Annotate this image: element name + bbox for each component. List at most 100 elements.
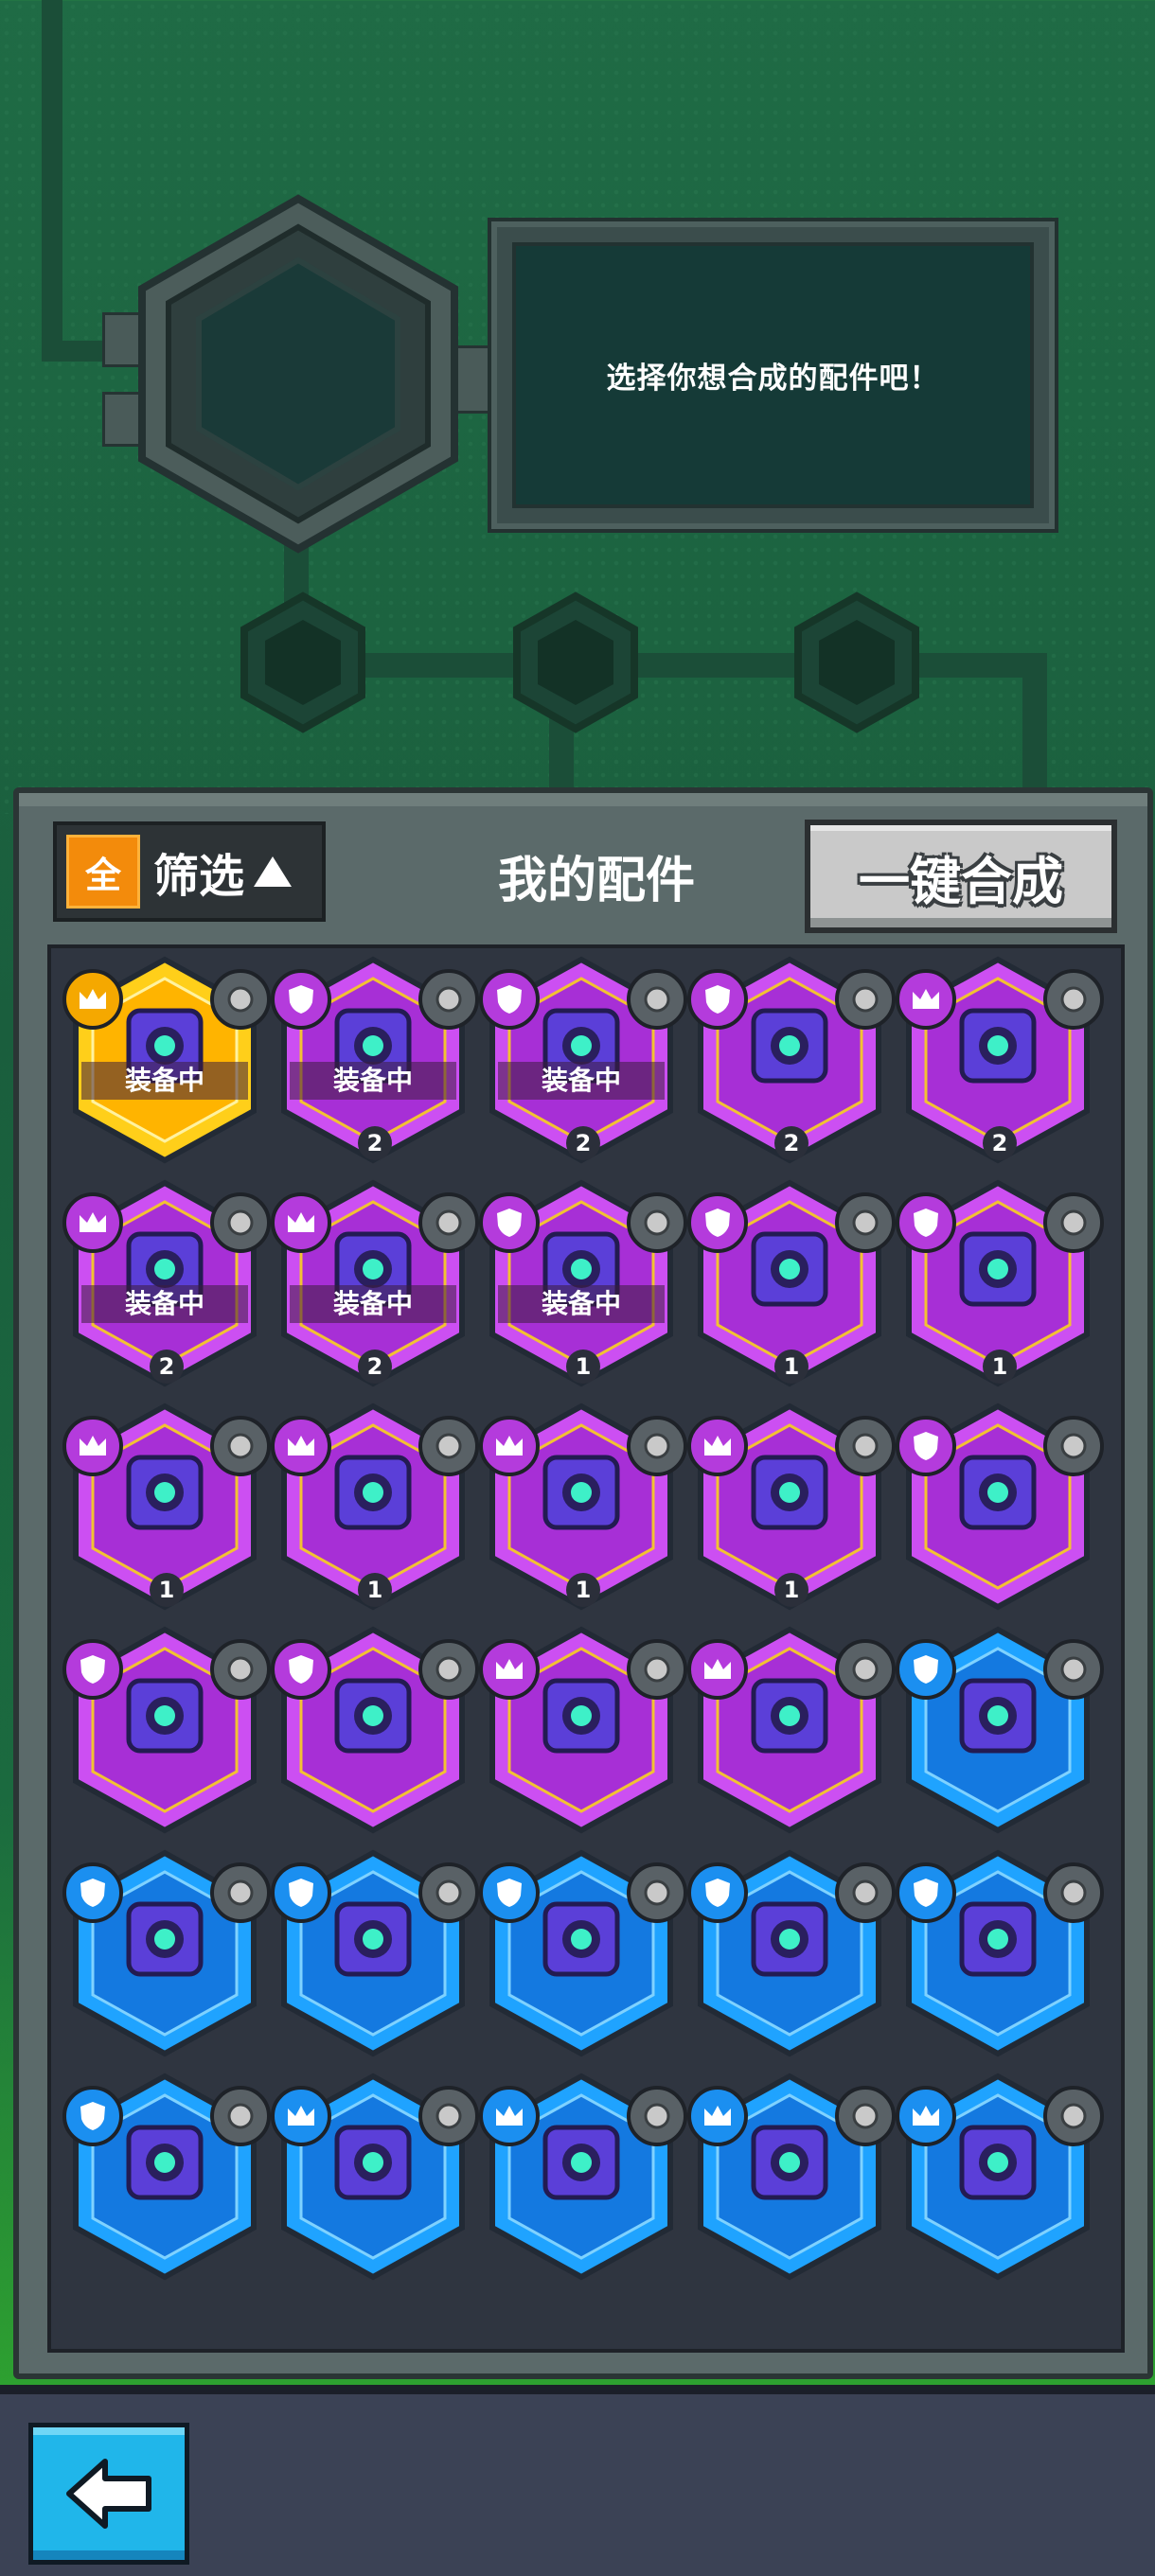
part-type-icon: [835, 1639, 896, 1700]
part-count-badge: 1: [150, 1573, 184, 1607]
crown-icon: [896, 969, 956, 1030]
part-type-icon: [835, 1416, 896, 1476]
crown-icon: [687, 1416, 748, 1476]
part-card[interactable]: [479, 2073, 687, 2281]
shield-icon: [896, 1192, 956, 1253]
part-card[interactable]: 装备中 2: [271, 956, 479, 1164]
synthesis-prompt: 选择你想合成的配件吧！: [606, 362, 940, 396]
synthesis-slot[interactable]: [133, 194, 464, 554]
part-type-icon: [627, 1639, 687, 1700]
shield-icon: [62, 2086, 123, 2146]
shield-icon: [271, 1639, 331, 1700]
part-card[interactable]: 1: [479, 1403, 687, 1611]
shield-icon: [271, 969, 331, 1030]
part-type-icon: [1043, 969, 1104, 1030]
shield-icon: [896, 1639, 956, 1700]
part-count-badge: 1: [566, 1350, 600, 1384]
crown-icon: [687, 2086, 748, 2146]
part-card[interactable]: 1: [62, 1403, 271, 1611]
part-type-icon: [1043, 1416, 1104, 1476]
equipped-label: 装备中: [290, 1285, 456, 1323]
panel-top-edge: [19, 793, 1147, 806]
crown-icon: [479, 1416, 540, 1476]
part-card[interactable]: [896, 1626, 1104, 1834]
part-type-icon: [1043, 1192, 1104, 1253]
filter-label: 筛选: [153, 850, 245, 903]
material-slot-1[interactable]: [237, 591, 369, 733]
part-type-icon: [210, 2086, 271, 2146]
part-count-badge: 1: [566, 1573, 600, 1607]
part-card[interactable]: 1: [687, 1403, 896, 1611]
part-card[interactable]: [62, 1626, 271, 1834]
shield-icon: [479, 1862, 540, 1923]
filter-all-badge: 全: [66, 835, 140, 909]
part-type-icon: [627, 1192, 687, 1253]
shield-icon: [271, 1862, 331, 1923]
shield-icon: [479, 969, 540, 1030]
part-type-icon: [835, 969, 896, 1030]
panel-title: 我的配件: [497, 853, 695, 909]
part-card[interactable]: [62, 1849, 271, 2057]
part-card[interactable]: [271, 2073, 479, 2281]
part-count-badge: 1: [983, 1350, 1017, 1384]
part-card[interactable]: [271, 1849, 479, 2057]
part-card[interactable]: 1: [896, 1179, 1104, 1387]
part-card[interactable]: [687, 1849, 896, 2057]
shield-icon: [479, 1192, 540, 1253]
bottom-bar: [0, 2385, 1155, 2576]
back-button[interactable]: [28, 2423, 189, 2565]
part-count-badge: 2: [150, 1350, 184, 1384]
part-count-badge: 1: [774, 1573, 808, 1607]
crown-icon: [62, 969, 123, 1030]
part-count-badge: 2: [566, 1126, 600, 1160]
filter-button[interactable]: 全 筛选: [53, 821, 326, 922]
part-card[interactable]: [479, 1849, 687, 2057]
one-click-merge-button[interactable]: 一键合成: [805, 820, 1117, 933]
part-card[interactable]: [687, 1626, 896, 1834]
part-card[interactable]: 2: [896, 956, 1104, 1164]
part-card[interactable]: 装备中: [62, 956, 271, 1164]
part-type-icon: [418, 969, 479, 1030]
shield-icon: [687, 1192, 748, 1253]
parts-grid: 装备中 装备中 2 装备中 2 2 2 装备中 2 装备中 2 装备中 1 1 …: [47, 944, 1125, 2353]
shield-icon: [896, 1416, 956, 1476]
part-type-icon: [627, 2086, 687, 2146]
part-type-icon: [835, 1192, 896, 1253]
part-card[interactable]: [896, 1849, 1104, 2057]
part-card[interactable]: [62, 2073, 271, 2281]
pipe: [284, 653, 1041, 678]
part-card[interactable]: [479, 1626, 687, 1834]
shield-icon: [62, 1639, 123, 1700]
crown-icon: [271, 1416, 331, 1476]
part-card[interactable]: 1: [271, 1403, 479, 1611]
part-type-icon: [835, 2086, 896, 2146]
crown-icon: [479, 2086, 540, 2146]
arrow-left-icon: [66, 2459, 151, 2529]
part-type-icon: [418, 1192, 479, 1253]
part-type-icon: [210, 969, 271, 1030]
material-slot-3[interactable]: [791, 591, 923, 733]
part-card[interactable]: [271, 1626, 479, 1834]
part-type-icon: [627, 1416, 687, 1476]
part-card[interactable]: 装备中 2: [62, 1179, 271, 1387]
part-type-icon: [210, 1192, 271, 1253]
crown-icon: [896, 2086, 956, 2146]
crown-icon: [479, 1639, 540, 1700]
part-card[interactable]: 装备中 1: [479, 1179, 687, 1387]
part-card[interactable]: 2: [687, 956, 896, 1164]
part-count-badge: 2: [358, 1126, 392, 1160]
part-type-icon: [418, 1639, 479, 1700]
part-card[interactable]: 1: [687, 1179, 896, 1387]
part-card[interactable]: 装备中 2: [479, 956, 687, 1164]
info-screen: 选择你想合成的配件吧！: [488, 218, 1058, 533]
part-card[interactable]: [687, 2073, 896, 2281]
part-count-badge: 2: [358, 1350, 392, 1384]
part-type-icon: [1043, 1639, 1104, 1700]
equipped-label: 装备中: [81, 1285, 248, 1323]
pipe: [42, 0, 62, 360]
part-card[interactable]: 装备中 2: [271, 1179, 479, 1387]
material-slot-2[interactable]: [509, 591, 642, 733]
part-card[interactable]: [896, 2073, 1104, 2281]
part-card[interactable]: [896, 1403, 1104, 1611]
part-type-icon: [418, 2086, 479, 2146]
